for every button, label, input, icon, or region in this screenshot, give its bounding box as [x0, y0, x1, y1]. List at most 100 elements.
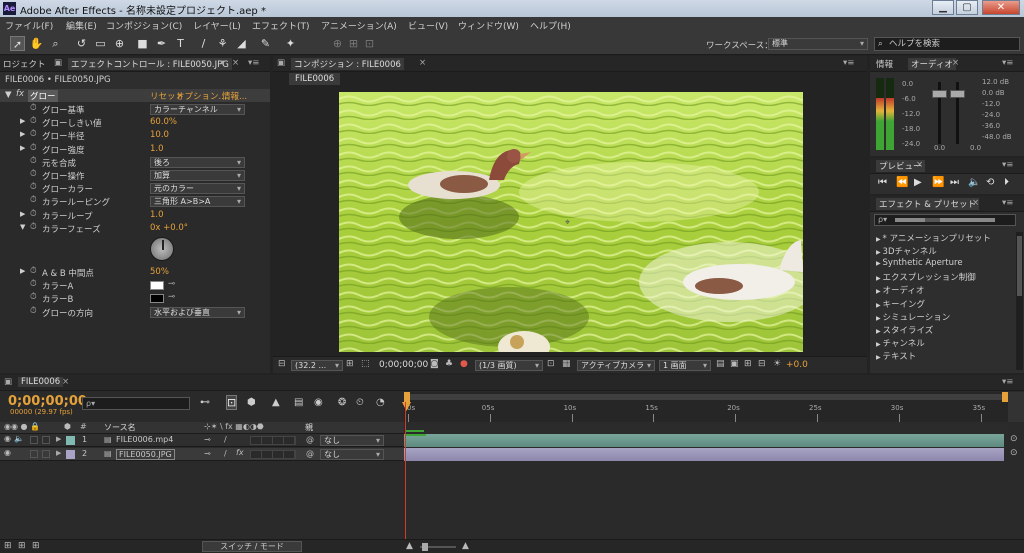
menu-help[interactable]: ヘルプ(H) — [530, 19, 571, 32]
loop-icon[interactable]: ⟲ — [986, 177, 994, 188]
time-ruler[interactable]: 0s 05s 10s 15s 20s 25s 30s 35s — [402, 392, 1008, 422]
tab-timeline[interactable]: FILE0006 — [18, 377, 64, 387]
stopwatch-icon[interactable]: ⏱ — [30, 143, 37, 153]
menu-edit[interactable]: 編集(E) — [66, 19, 97, 32]
workspace-dropdown[interactable]: 標準 — [768, 38, 868, 50]
eyedropper-icon[interactable]: ⊸ — [168, 292, 175, 302]
stopwatch-icon[interactable]: ⏱ — [30, 279, 37, 289]
channel-icon[interactable]: ● — [460, 359, 468, 369]
previous-frame-icon[interactable]: ⏪ — [896, 177, 908, 188]
graph-editor-icon[interactable]: ◔ — [376, 397, 385, 408]
switch-mode-button[interactable]: スイッチ / モード — [202, 541, 302, 552]
tab-effects-presets[interactable]: エフェクト & プリセット — [876, 198, 980, 210]
region-of-interest-icon[interactable]: ⊡ — [547, 359, 555, 369]
stopwatch-icon[interactable]: ⏱ — [30, 116, 37, 126]
eyedropper-icon[interactable]: ⊸ — [168, 279, 175, 289]
timeline-zoom-slider[interactable] — [420, 543, 456, 551]
minimize-button[interactable]: ▁ — [932, 0, 954, 15]
expand-in-out-icon[interactable]: ⊞ — [32, 541, 40, 551]
effects-scrollbar[interactable] — [1016, 232, 1023, 370]
composition-subtab[interactable]: FILE0006 — [289, 73, 341, 85]
stopwatch-icon[interactable]: ⏱ — [30, 266, 37, 276]
motion-blur-icon[interactable]: ◉ — [314, 397, 323, 408]
property-dropdown[interactable]: 後ろ — [150, 156, 245, 168]
fx-icon[interactable]: fx — [236, 448, 244, 457]
panel-menu-icon[interactable]: ▾≡ — [248, 58, 259, 68]
effects-category-item[interactable]: ▶ エクスプレッション制御 — [876, 271, 976, 283]
effect-about-link[interactable]: 情報... — [222, 90, 247, 102]
timeline-icon[interactable]: ⊞ — [744, 359, 752, 369]
mute-audio-icon[interactable]: 🔈 — [968, 177, 980, 188]
effect-header-row[interactable]: ▼ fx グロー リセット オプション... 情報... — [0, 89, 270, 102]
first-frame-icon[interactable]: ⏮ — [878, 177, 887, 188]
color-swatch[interactable] — [150, 294, 164, 304]
zoom-in-icon[interactable]: ▲ — [462, 541, 469, 551]
world-axis-icon[interactable]: ⊞ — [346, 36, 361, 51]
property-value[interactable]: 10.0 — [150, 130, 169, 140]
stopwatch-icon[interactable]: ⏱ — [30, 103, 37, 113]
close-tab-icon[interactable]: × — [232, 58, 239, 68]
exposure-icon[interactable]: ☀ — [773, 359, 781, 369]
effect-property-row[interactable]: ⏱ グロー操作 加算 — [0, 169, 270, 182]
audio-slider-left[interactable] — [932, 90, 947, 98]
transparency-grid-icon[interactable]: ⬚ — [361, 359, 370, 369]
brush-tool-icon[interactable]: / — [196, 36, 211, 51]
tab-project[interactable]: ロジェクト — [3, 58, 46, 70]
shy-icon[interactable]: ⊸ — [204, 449, 211, 458]
tab-info[interactable]: 情報 — [876, 58, 893, 70]
layer-end-icon[interactable]: ⊙ — [1010, 434, 1018, 444]
last-frame-icon[interactable]: ⏭ — [950, 177, 959, 188]
property-value[interactable]: 60.0% — [150, 117, 177, 127]
auto-keyframe-icon[interactable]: ⏲ — [356, 397, 364, 408]
effects-search-input[interactable]: ρ▾ — [874, 214, 1016, 226]
lock-icon[interactable]: ▣ — [277, 58, 285, 68]
effects-category-item[interactable]: ▶ テキスト — [876, 350, 916, 362]
effect-property-row[interactable]: ⏱ グローの方向 水平および垂直 — [0, 306, 270, 319]
pickwhip-icon[interactable]: @ — [306, 449, 314, 458]
timeline-layer-row[interactable]: ◉ ▶ 2 ▤ FILE0050.JPG ⊸ / fx @ なし — [0, 448, 404, 461]
lock-toggle[interactable] — [42, 450, 50, 458]
comp-button[interactable] — [1008, 392, 1024, 422]
resolution-dropdown[interactable]: (1/3 画質) — [475, 360, 543, 371]
stopwatch-icon[interactable]: ⏱ — [30, 169, 37, 179]
panel-menu-icon[interactable]: ▾≡ — [1002, 198, 1013, 208]
rotation-tool-icon[interactable]: ↺ — [74, 36, 89, 51]
always-preview-icon[interactable]: ⊟ — [278, 359, 286, 369]
work-area-start[interactable] — [404, 392, 410, 402]
pen-tool-icon[interactable]: ✒ — [154, 36, 169, 51]
tab-effect-controls[interactable]: エフェクトコントロール : FILE0050.JPG — [68, 58, 232, 70]
stopwatch-icon[interactable]: ⏱ — [30, 129, 37, 139]
effects-category-item[interactable]: ▶ オーディオ — [876, 284, 924, 296]
property-dropdown[interactable]: 加算 — [150, 170, 245, 181]
effects-category-item[interactable]: ▶ キーイング — [876, 298, 925, 310]
effects-category-item[interactable]: ▶ * アニメーションプリセット — [876, 232, 991, 244]
expand-triangle-icon[interactable]: ▶ — [20, 130, 25, 138]
expand-triangle-icon[interactable]: ▼ — [20, 223, 25, 231]
tab-audio[interactable]: オーディオ — [908, 58, 956, 70]
property-value[interactable]: 1.0 — [150, 144, 164, 154]
lock-icon[interactable]: ▣ — [54, 58, 62, 68]
safe-margins-icon[interactable]: ⊞ — [346, 359, 354, 369]
layer-source-name[interactable]: FILE0050.JPG — [116, 449, 175, 460]
frame-blending-icon[interactable]: ▤ — [294, 397, 303, 408]
effects-category-item[interactable]: ▶ シミュレーション — [876, 311, 950, 323]
expand-triangle-icon[interactable]: ▼ — [5, 90, 12, 100]
solo-toggle[interactable] — [30, 436, 38, 444]
stopwatch-icon[interactable]: ⏱ — [30, 156, 37, 166]
help-search-input[interactable]: ⌕ ヘルプを検索 — [874, 37, 1020, 51]
panel-menu-icon[interactable]: ▾≡ — [1002, 58, 1013, 68]
close-button[interactable]: ✕ — [982, 0, 1020, 15]
zoom-out-icon[interactable]: ▲ — [406, 541, 413, 551]
maximize-button[interactable]: ▢ — [956, 0, 978, 15]
lock-icon[interactable]: ▣ — [4, 377, 12, 387]
flowchart-icon[interactable]: ⊟ — [758, 359, 766, 369]
toggle-pixel-aspect-icon[interactable]: ▤ — [716, 359, 725, 369]
property-dropdown[interactable]: 水平および垂直 — [150, 306, 245, 318]
close-tab-icon[interactable]: × — [916, 160, 923, 170]
audio-slider-right[interactable] — [950, 90, 965, 98]
clone-stamp-tool-icon[interactable]: ⚘ — [215, 36, 230, 51]
close-tab-icon[interactable]: × — [952, 58, 959, 68]
camera-tool-icon[interactable]: ▭ — [93, 36, 108, 51]
effect-property-row[interactable]: ⏱ カラーB ⊸ — [0, 292, 270, 305]
draft-3d-icon[interactable]: ⬢ — [247, 397, 256, 408]
